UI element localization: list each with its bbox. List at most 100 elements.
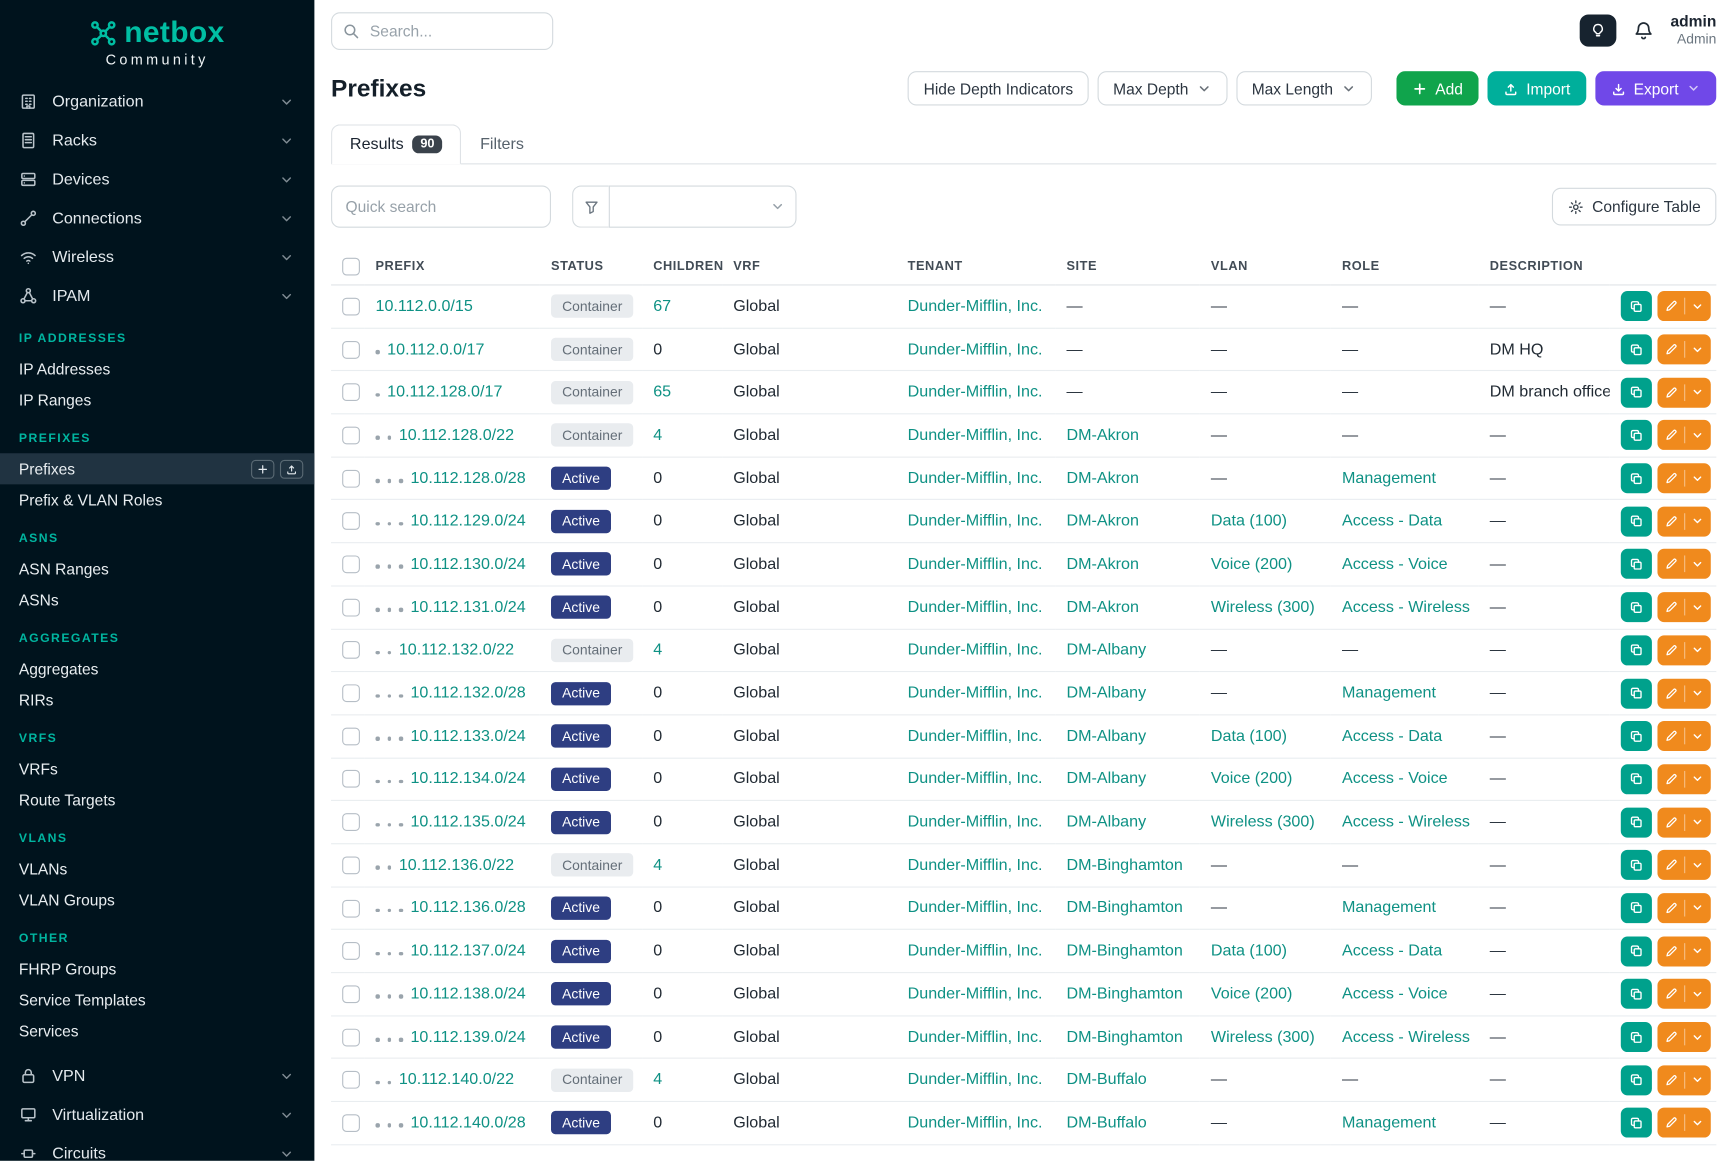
role-link[interactable]: Access - Wireless [1342,813,1470,831]
sidebar-item-prefix-vlan-roles[interactable]: Prefix & VLAN Roles [0,484,314,515]
column-header-vrf[interactable]: VRF [722,249,896,285]
quick-import-button[interactable] [280,459,303,478]
sidebar-item-racks[interactable]: Racks [0,121,314,160]
quick-add-button[interactable] [251,459,274,478]
tenant-link[interactable]: Dunder-Mifflin, Inc. [908,942,1043,960]
children-count-link[interactable]: 4 [653,1071,662,1089]
tenant-link[interactable]: Dunder-Mifflin, Inc. [908,598,1043,616]
tenant-link[interactable]: Dunder-Mifflin, Inc. [908,641,1043,659]
prefix-link[interactable]: 10.112.132.0/22 [399,641,514,659]
clone-button[interactable] [1621,1022,1652,1052]
row-checkbox[interactable] [342,556,360,574]
vlan-link[interactable]: Wireless (300) [1211,1028,1315,1046]
edit-button[interactable] [1657,893,1710,923]
vlan-link[interactable]: Voice (200) [1211,985,1292,1003]
tenant-link[interactable]: Dunder-Mifflin, Inc. [908,684,1043,702]
edit-button[interactable] [1657,1108,1710,1138]
vlan-link[interactable]: Voice (200) [1211,555,1292,573]
edit-button[interactable] [1657,979,1710,1009]
sidebar-item-connections[interactable]: Connections [0,199,314,238]
sidebar-item-ip-ranges[interactable]: IP Ranges [0,384,314,415]
tenant-link[interactable]: Dunder-Mifflin, Inc. [908,1071,1043,1089]
clone-button[interactable] [1621,592,1652,622]
children-count-link[interactable]: 67 [653,298,671,316]
clone-button[interactable] [1621,1108,1652,1138]
sidebar-item-rirs[interactable]: RIRs [0,684,314,715]
column-header-site[interactable]: Site [1055,249,1199,285]
sidebar-item-wireless[interactable]: Wireless [0,238,314,277]
sidebar-item-service-templates[interactable]: Service Templates [0,984,314,1015]
row-checkbox[interactable] [342,899,360,917]
sidebar-item-ip-addresses[interactable]: IP Addresses [0,353,314,384]
clone-button[interactable] [1621,377,1652,407]
site-link[interactable]: DM-Binghamton [1066,985,1182,1003]
column-header-prefix[interactable]: Prefix [364,249,540,285]
sidebar-item-virtualization[interactable]: Virtualization [0,1095,314,1134]
site-link[interactable]: DM-Akron [1066,555,1139,573]
edit-button[interactable] [1657,1065,1710,1095]
sidebar-item-fhrp-groups[interactable]: FHRP Groups [0,953,314,984]
row-checkbox[interactable] [342,470,360,488]
role-link[interactable]: Access - Data [1342,727,1442,745]
clone-button[interactable] [1621,463,1652,493]
site-link[interactable]: DM-Albany [1066,641,1146,659]
max-length-dropdown[interactable]: Max Length [1236,71,1372,105]
sidebar-item-organization[interactable]: Organization [0,82,314,121]
select-all-checkbox[interactable] [342,258,360,276]
row-checkbox[interactable] [342,856,360,874]
site-link[interactable]: DM-Akron [1066,469,1139,487]
site-link[interactable]: DM-Akron [1066,598,1139,616]
export-dropdown[interactable]: Export [1595,71,1717,105]
role-link[interactable]: Access - Voice [1342,985,1448,1003]
row-checkbox[interactable] [342,1028,360,1046]
add-button[interactable]: Add [1396,71,1478,105]
filter-button[interactable] [572,186,609,228]
row-checkbox[interactable] [342,942,360,960]
column-header-vlan[interactable]: VLAN [1200,249,1331,285]
clone-button[interactable] [1621,936,1652,966]
vlan-link[interactable]: Data (100) [1211,727,1287,745]
role-link[interactable]: Access - Data [1342,512,1442,530]
tenant-link[interactable]: Dunder-Mifflin, Inc. [908,512,1043,530]
clone-button[interactable] [1621,420,1652,450]
row-checkbox[interactable] [342,298,360,316]
sidebar-item-aggregates[interactable]: Aggregates [0,653,314,684]
row-checkbox[interactable] [342,813,360,831]
site-link[interactable]: DM-Albany [1066,813,1146,831]
column-header-role[interactable]: Role [1331,249,1479,285]
clone-button[interactable] [1621,334,1652,364]
prefix-link[interactable]: 10.112.139.0/24 [410,1028,525,1046]
edit-button[interactable] [1657,463,1710,493]
clone-button[interactable] [1621,721,1652,751]
prefix-link[interactable]: 10.112.136.0/22 [399,856,514,874]
prefix-link[interactable]: 10.112.134.0/24 [410,770,525,788]
edit-button[interactable] [1657,850,1710,880]
quick-search-input[interactable] [331,186,551,228]
role-link[interactable]: Management [1342,1114,1436,1132]
prefix-link[interactable]: 10.112.132.0/28 [410,684,525,702]
vlan-link[interactable]: Voice (200) [1211,770,1292,788]
clone-button[interactable] [1621,893,1652,923]
import-button[interactable]: Import [1487,71,1586,105]
site-link[interactable]: DM-Albany [1066,684,1146,702]
site-link[interactable]: DM-Akron [1066,426,1139,444]
prefix-link[interactable]: 10.112.128.0/17 [387,384,502,402]
sidebar-item-route-targets[interactable]: Route Targets [0,784,314,815]
clone-button[interactable] [1621,291,1652,321]
sidebar-item-asns[interactable]: ASNs [0,584,314,615]
tenant-link[interactable]: Dunder-Mifflin, Inc. [908,341,1043,359]
edit-button[interactable] [1657,291,1710,321]
clone-button[interactable] [1621,979,1652,1009]
edit-button[interactable] [1657,1022,1710,1052]
tenant-link[interactable]: Dunder-Mifflin, Inc. [908,727,1043,745]
edit-button[interactable] [1657,635,1710,665]
clone-button[interactable] [1621,506,1652,536]
clone-button[interactable] [1621,678,1652,708]
saved-filter-select[interactable] [609,186,797,228]
column-header-children[interactable]: Children [642,249,722,285]
edit-button[interactable] [1657,764,1710,794]
theme-toggle-button[interactable] [1579,14,1616,46]
vlan-link[interactable]: Wireless (300) [1211,813,1315,831]
tenant-link[interactable]: Dunder-Mifflin, Inc. [908,384,1043,402]
tenant-link[interactable]: Dunder-Mifflin, Inc. [908,899,1043,917]
